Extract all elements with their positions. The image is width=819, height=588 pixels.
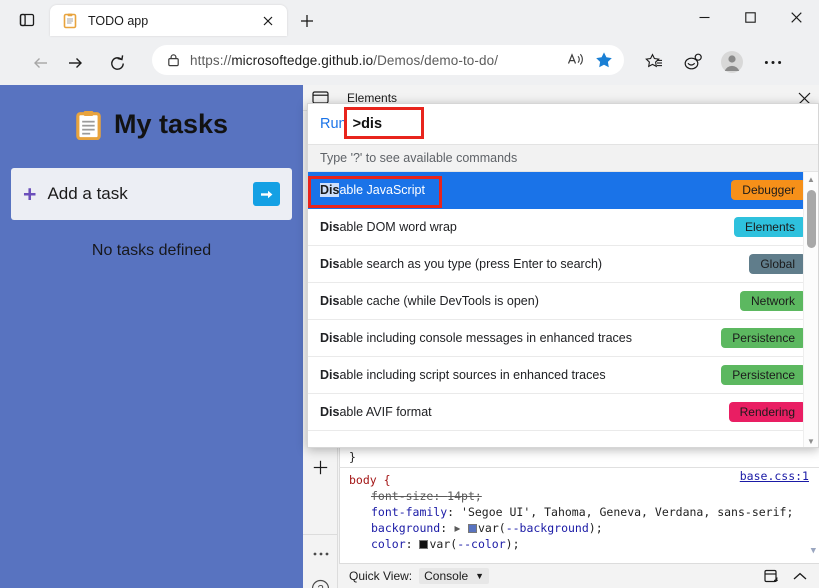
open-drawer-icon[interactable] xyxy=(764,569,781,584)
command-item-label: Disable including script sources in enha… xyxy=(320,368,721,382)
command-item-label: Disable search as you type (press Enter … xyxy=(320,257,749,271)
css-declaration[interactable]: background: ▶ var(--background); xyxy=(349,520,811,536)
command-input[interactable] xyxy=(349,116,818,132)
reload-button[interactable] xyxy=(100,46,134,80)
browser-tab[interactable]: TODO app xyxy=(50,5,287,36)
command-item-category-tag: Global xyxy=(749,254,806,274)
plus-icon: + xyxy=(23,183,36,206)
empty-state-text: No tasks defined xyxy=(0,242,303,260)
color-swatch[interactable] xyxy=(468,524,477,533)
read-aloud-icon[interactable] xyxy=(562,48,590,72)
command-item[interactable]: Disable including console messages in en… xyxy=(308,320,818,357)
tab-strip: TODO app xyxy=(0,0,819,40)
clipboard-icon xyxy=(75,110,102,140)
command-item-category-tag: Rendering xyxy=(729,402,806,422)
command-item[interactable]: Disable AVIF formatRendering xyxy=(308,394,818,431)
command-item-category-tag: Debugger xyxy=(731,180,806,200)
command-item-category-tag: Network xyxy=(740,291,806,311)
arrow-right-icon xyxy=(259,188,274,201)
command-results-list[interactable]: ▲ ▼ Disable JavaScriptDebuggerDisable DO… xyxy=(308,172,818,448)
command-item-category-tag: Elements xyxy=(734,217,806,237)
page-title-text: My tasks xyxy=(114,109,228,140)
command-item-category-tag: Persistence xyxy=(721,328,806,348)
clipboard-icon xyxy=(62,13,78,29)
command-item[interactable]: Disable JavaScriptDebugger xyxy=(308,172,818,209)
command-item-label: Disable AVIF format xyxy=(320,405,729,419)
add-task-row[interactable]: + Add a task xyxy=(11,168,292,220)
command-input-wrapper[interactable] xyxy=(349,109,818,139)
quick-view-select[interactable]: Console ▼ xyxy=(419,568,489,584)
command-item[interactable]: Disable search as you type (press Enter … xyxy=(308,246,818,283)
forward-button[interactable] xyxy=(58,46,92,80)
lock-icon xyxy=(162,53,184,67)
command-item-label: Disable including console messages in en… xyxy=(320,331,721,345)
disclosure-triangle-icon[interactable]: ▶ xyxy=(455,521,461,535)
rail-divider xyxy=(303,534,337,535)
command-menu: Run Type '?' to see available commands ▲… xyxy=(307,103,819,448)
command-input-row: Run xyxy=(308,104,818,144)
submit-task-button[interactable] xyxy=(253,182,280,206)
scroll-up-icon[interactable]: ▲ xyxy=(804,172,818,186)
window-controls xyxy=(681,0,819,34)
color-swatch[interactable] xyxy=(419,540,428,549)
more-settings-icon[interactable] xyxy=(757,46,789,78)
profile-icon[interactable] xyxy=(716,46,748,78)
new-tab-button[interactable] xyxy=(295,9,319,33)
command-item-category-tag: Persistence xyxy=(721,365,806,385)
quick-view-label: Quick View: xyxy=(349,569,412,583)
star-filled-icon[interactable] xyxy=(590,48,618,72)
collapse-drawer-icon[interactable] xyxy=(793,572,807,581)
minimize-button[interactable] xyxy=(681,0,727,34)
css-declaration[interactable]: color: var(--color); xyxy=(349,536,811,552)
css-declaration[interactable]: font-size: 14pt; xyxy=(349,488,811,504)
maximize-button[interactable] xyxy=(727,0,773,34)
collections-icon[interactable] xyxy=(638,46,670,78)
svg-text:?: ? xyxy=(317,583,323,588)
add-task-input[interactable]: Add a task xyxy=(47,184,253,204)
css-source-link[interactable]: base.css:1 xyxy=(740,468,809,484)
add-icon[interactable] xyxy=(303,450,338,484)
scrollbar-thumb[interactable] xyxy=(807,190,816,248)
web-page-todo-app: My tasks + Add a task No tasks defined xyxy=(0,85,303,588)
status-bar-actions xyxy=(764,569,813,584)
chevron-down-icon: ▼ xyxy=(475,571,484,581)
command-item[interactable]: Disable including script sources in enha… xyxy=(308,357,818,394)
command-item-label: Disable cache (while DevTools is open) xyxy=(320,294,740,308)
run-label: Run xyxy=(320,116,347,132)
back-button[interactable] xyxy=(24,46,58,80)
command-item[interactable]: Disable DOM word wrapElements xyxy=(308,209,818,246)
devtools-status-bar: Quick View: Console ▼ xyxy=(339,563,819,588)
css-declaration[interactable]: font-family: 'Segoe UI', Tahoma, Geneva,… xyxy=(349,504,811,520)
tab-actions-icon[interactable] xyxy=(16,10,38,30)
command-hint: Type '?' to see available commands xyxy=(308,144,818,172)
css-rule-body: base.css:1 body { font-size: 14pt; font-… xyxy=(339,468,819,552)
more-options-icon[interactable] xyxy=(303,537,338,571)
url-text: https://microsoftedge.github.io/Demos/de… xyxy=(184,53,562,68)
browser-essentials-icon[interactable] xyxy=(677,46,709,78)
close-icon[interactable] xyxy=(257,10,279,32)
quick-view-value: Console xyxy=(424,569,468,583)
command-item[interactable]: Disable cache (while DevTools is open)Ne… xyxy=(308,283,818,320)
address-bar[interactable]: https://microsoftedge.github.io/Demos/de… xyxy=(152,45,624,75)
scroll-down-icon[interactable]: ▼ xyxy=(804,434,818,448)
browser-window: TODO app xyxy=(0,0,819,588)
command-item-label: Disable DOM word wrap xyxy=(320,220,734,234)
page-title: My tasks xyxy=(0,109,303,140)
css-close-brace: } xyxy=(349,449,811,465)
scroll-down-icon[interactable]: ▼ xyxy=(811,543,816,559)
help-icon[interactable]: ? xyxy=(303,571,338,588)
tab-title: TODO app xyxy=(88,14,257,28)
command-list-scrollbar[interactable]: ▲ ▼ xyxy=(803,172,818,448)
window-close-button[interactable] xyxy=(773,0,819,34)
command-item-label: Disable JavaScript xyxy=(320,183,731,197)
